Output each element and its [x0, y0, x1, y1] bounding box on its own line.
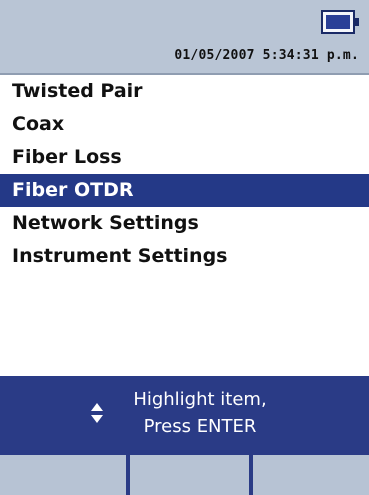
status-bar: 01/05/2007 5:34:31 p.m.: [0, 0, 369, 75]
softkey-1[interactable]: [0, 455, 126, 495]
battery-full-icon: [321, 10, 359, 34]
menu-item-fiber-loss[interactable]: Fiber Loss: [0, 141, 369, 174]
softkey-3[interactable]: [253, 455, 369, 495]
softkey-2[interactable]: [130, 455, 249, 495]
help-text: Highlight item, Press ENTER: [110, 386, 290, 440]
up-down-arrows-icon: [90, 401, 104, 425]
menu-item-network-settings[interactable]: Network Settings: [0, 207, 369, 240]
help-line-2: Press ENTER: [143, 416, 257, 437]
datetime-display: 01/05/2007 5:34:31 p.m.: [174, 48, 359, 63]
device-screen: 01/05/2007 5:34:31 p.m. Twisted Pair Coa…: [0, 0, 369, 495]
menu-item-fiber-otdr[interactable]: Fiber OTDR: [0, 174, 369, 207]
battery-body: [321, 10, 355, 34]
help-banner: Highlight item, Press ENTER: [0, 376, 369, 453]
battery-tip: [355, 18, 359, 26]
menu-item-coax[interactable]: Coax: [0, 108, 369, 141]
softkey-row: [0, 453, 369, 495]
menu-item-instrument-settings[interactable]: Instrument Settings: [0, 240, 369, 273]
help-line-1: Highlight item,: [133, 389, 267, 410]
menu-item-twisted-pair[interactable]: Twisted Pair: [0, 75, 369, 108]
battery-fill: [326, 15, 350, 29]
main-menu: Twisted Pair Coax Fiber Loss Fiber OTDR …: [0, 75, 369, 273]
